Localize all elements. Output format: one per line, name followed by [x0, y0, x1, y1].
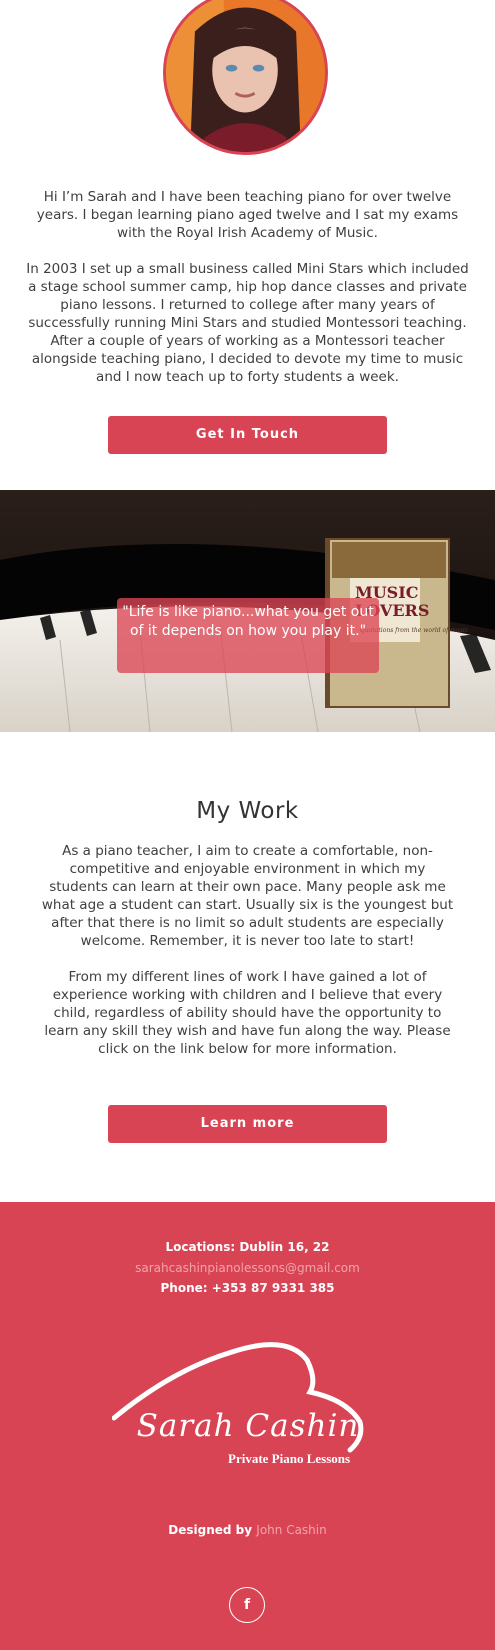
facebook-icon[interactable]: f: [229, 1587, 265, 1623]
footer: Locations: Dublin 16, 22 sarahcashinpian…: [0, 1202, 495, 1650]
footer-phone: Phone: +353 87 9331 385: [160, 1281, 335, 1295]
quote-box: "Life is like piano...what you get out o…: [117, 598, 379, 673]
work-paragraph: As a piano teacher, I aim to create a co…: [41, 843, 454, 949]
footer-email-link[interactable]: sarahcashinpianolessons@gmail.com: [0, 1261, 495, 1275]
intro-paragraph: Hi I’m Sarah and I have been teaching pi…: [36, 189, 459, 241]
section-title: My Work: [196, 798, 299, 824]
avatar: [163, 0, 328, 155]
logo-subtitle: Private Piano Lessons: [228, 1451, 351, 1466]
get-in-touch-button[interactable]: Get In Touch: [108, 416, 387, 454]
logo: Sarah Cashin Private Piano Lessons: [111, 1340, 384, 1480]
footer-credit: Designed by John Cashin: [0, 1523, 495, 1537]
piano-hero-image: MUSIC LOVERS Quotations from the world o…: [0, 490, 495, 732]
learn-more-button[interactable]: Learn more: [108, 1105, 387, 1143]
intro-paragraph: In 2003 I set up a small business called…: [26, 261, 469, 385]
work-paragraph: From my different lines of work I have g…: [44, 969, 451, 1057]
avatar-image: [166, 0, 325, 152]
logo-name: Sarah Cashin: [136, 1408, 360, 1444]
designer-link[interactable]: John Cashin: [256, 1523, 326, 1537]
designed-by-label: Designed by: [168, 1523, 253, 1537]
intro-section: Hi I’m Sarah and I have been teaching pi…: [22, 188, 473, 404]
work-section: As a piano teacher, I aim to create a co…: [40, 842, 455, 1076]
footer-locations: Locations: Dublin 16, 22: [165, 1240, 330, 1254]
